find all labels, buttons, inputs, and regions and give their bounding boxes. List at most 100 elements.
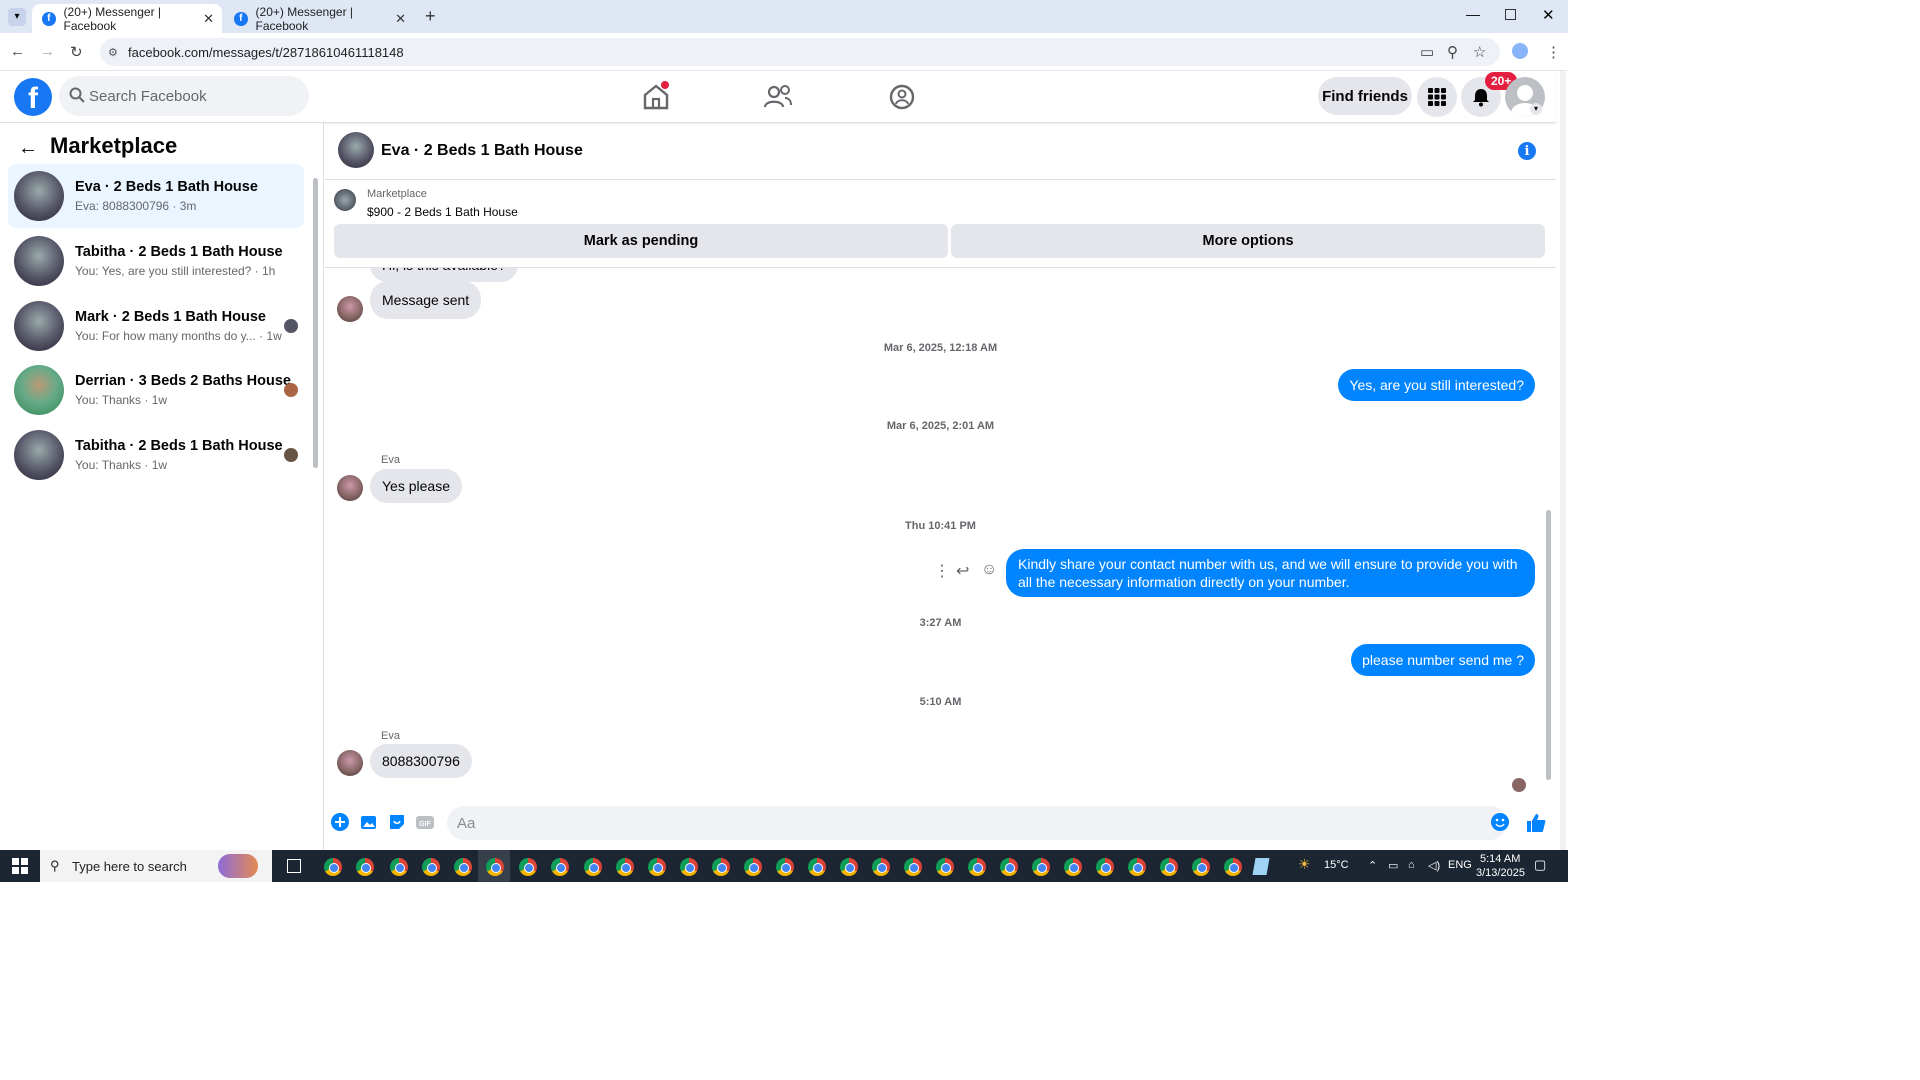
restore-button[interactable] bbox=[1505, 9, 1516, 20]
find-friends-button[interactable]: Find friends bbox=[1318, 77, 1412, 115]
chrome-taskbar-icon[interactable] bbox=[422, 858, 440, 876]
notepad-taskbar-icon[interactable] bbox=[1252, 858, 1270, 875]
chrome-taskbar-icon[interactable] bbox=[1192, 858, 1210, 876]
back-icon[interactable]: ← bbox=[10, 43, 25, 60]
message-bubble-outgoing[interactable]: Kindly share your contact number with us… bbox=[1006, 549, 1535, 597]
chrome-taskbar-icon[interactable] bbox=[1096, 858, 1114, 876]
message-bubble-outgoing[interactable]: please number send me ? bbox=[1351, 644, 1535, 676]
clock-date[interactable]: 3/13/2025 bbox=[1476, 867, 1525, 879]
network-icon[interactable]: ⌂ bbox=[1408, 859, 1415, 871]
chrome-taskbar-icon[interactable] bbox=[486, 858, 504, 876]
notification-center-icon[interactable]: ▢ bbox=[1534, 857, 1546, 873]
chrome-taskbar-icon[interactable] bbox=[1032, 858, 1050, 876]
chrome-taskbar-icon[interactable] bbox=[776, 858, 794, 876]
close-tab-icon[interactable]: ✕ bbox=[203, 11, 214, 27]
clock-time[interactable]: 5:14 AM bbox=[1480, 853, 1520, 865]
chrome-taskbar-icon[interactable] bbox=[551, 858, 569, 876]
chrome-taskbar-icon[interactable] bbox=[936, 858, 954, 876]
browser-tab-1[interactable]: f (20+) Messenger | Facebook ✕ bbox=[32, 4, 222, 33]
groups-icon[interactable] bbox=[886, 81, 918, 113]
chat-avatar[interactable] bbox=[338, 132, 374, 168]
reload-icon[interactable]: ↻ bbox=[70, 43, 83, 61]
info-icon[interactable]: i bbox=[1518, 142, 1536, 160]
account-chevron-down-icon[interactable]: ▾ bbox=[1530, 103, 1542, 115]
chrome-taskbar-icon[interactable] bbox=[356, 858, 374, 876]
zoom-icon[interactable]: ⚲ bbox=[1447, 43, 1458, 61]
conversation-item[interactable]: Eva · 2 Beds 1 Bath House Eva: 8088300796… bbox=[8, 164, 304, 228]
chrome-taskbar-icon[interactable] bbox=[872, 858, 890, 876]
bookmark-star-icon[interactable]: ☆ bbox=[1473, 43, 1486, 61]
message-bubble-incoming[interactable]: 8088300796 bbox=[370, 744, 472, 778]
chrome-taskbar-icon[interactable] bbox=[616, 858, 634, 876]
chrome-taskbar-icon[interactable] bbox=[1064, 858, 1082, 876]
minimize-button[interactable]: — bbox=[1466, 6, 1480, 22]
more-options-button[interactable]: More options bbox=[951, 224, 1545, 258]
chrome-taskbar-icon[interactable] bbox=[680, 858, 698, 876]
conversation-item[interactable]: Mark · 2 Beds 1 Bath House You: For how m… bbox=[8, 294, 304, 358]
chrome-menu-icon[interactable]: ⋮ bbox=[1546, 43, 1561, 61]
site-info-icon[interactable]: ⚙ bbox=[108, 46, 118, 59]
chrome-taskbar-icon[interactable] bbox=[454, 858, 472, 876]
close-window-button[interactable]: ✕ bbox=[1542, 6, 1555, 24]
browser-tab-2[interactable]: f (20+) Messenger | Facebook ✕ bbox=[224, 4, 414, 33]
chrome-taskbar-icon[interactable] bbox=[744, 858, 762, 876]
react-smiley-icon[interactable]: ☺ bbox=[981, 561, 997, 579]
facebook-logo[interactable]: f bbox=[14, 78, 52, 116]
show-hidden-icons-icon[interactable]: ⌃ bbox=[1368, 859, 1377, 872]
page-scrollbar[interactable] bbox=[1560, 71, 1566, 850]
more-actions-icon[interactable]: ⋮ bbox=[934, 561, 950, 581]
emoji-icon[interactable] bbox=[1490, 812, 1510, 832]
reply-icon[interactable]: ↩ bbox=[956, 561, 969, 581]
back-arrow-icon[interactable]: ← bbox=[18, 137, 38, 160]
forward-icon[interactable]: → bbox=[40, 43, 55, 60]
home-icon[interactable] bbox=[640, 81, 672, 113]
profile-icon[interactable] bbox=[1512, 43, 1528, 59]
task-view-icon[interactable] bbox=[287, 859, 301, 873]
chrome-taskbar-icon[interactable] bbox=[808, 858, 826, 876]
gif-icon[interactable]: GIF bbox=[415, 812, 435, 832]
chrome-taskbar-icon[interactable] bbox=[712, 858, 730, 876]
chrome-taskbar-icon[interactable] bbox=[1128, 858, 1146, 876]
message-bubble-incoming[interactable]: Message sent bbox=[370, 281, 482, 319]
language-indicator[interactable]: ENG bbox=[1448, 859, 1472, 871]
conversation-item[interactable]: Tabitha · 2 Beds 1 Bath House You: Thanks… bbox=[8, 423, 304, 487]
facebook-search-input[interactable]: Search Facebook bbox=[59, 76, 309, 116]
volume-icon[interactable]: ◁) bbox=[1428, 859, 1440, 872]
temperature[interactable]: 15°C bbox=[1324, 859, 1349, 871]
weather-icon[interactable]: ☀ bbox=[1298, 856, 1311, 873]
taskbar-search-input[interactable]: ⚲ Type here to search bbox=[40, 850, 272, 882]
chrome-taskbar-icon[interactable] bbox=[904, 858, 922, 876]
chrome-taskbar-icon[interactable] bbox=[648, 858, 666, 876]
chrome-taskbar-icon[interactable] bbox=[519, 858, 537, 876]
windows-start-icon[interactable] bbox=[0, 850, 40, 882]
conversation-item[interactable]: Derrian · 3 Beds 2 Baths House You: Thank… bbox=[8, 358, 304, 422]
listing-title[interactable]: $900 - 2 Beds 1 Bath House bbox=[367, 205, 518, 219]
close-tab-icon[interactable]: ✕ bbox=[395, 11, 406, 27]
chrome-taskbar-icon[interactable] bbox=[840, 858, 858, 876]
photo-icon[interactable] bbox=[359, 812, 379, 832]
thumbs-up-icon[interactable] bbox=[1525, 812, 1547, 834]
friends-icon[interactable] bbox=[762, 81, 794, 113]
message-bubble-incoming[interactable]: Yes please bbox=[370, 469, 462, 503]
tab-list-icon[interactable]: ▾ bbox=[8, 8, 26, 26]
mark-as-pending-button[interactable]: Mark as pending bbox=[334, 224, 948, 258]
new-tab-button[interactable]: + bbox=[425, 6, 436, 27]
chrome-taskbar-icon[interactable] bbox=[1224, 858, 1242, 876]
message-bubble-incoming[interactable]: Hi, is this available? bbox=[370, 268, 518, 282]
message-input[interactable]: Aa bbox=[447, 806, 1507, 840]
chrome-taskbar-icon[interactable] bbox=[968, 858, 986, 876]
chrome-taskbar-icon[interactable] bbox=[1160, 858, 1178, 876]
meet-icon[interactable]: ▭ bbox=[1388, 859, 1398, 872]
install-app-icon[interactable]: ▭ bbox=[1420, 43, 1434, 61]
sticker-icon[interactable] bbox=[387, 812, 407, 832]
sidebar-scrollbar[interactable] bbox=[313, 178, 318, 468]
plus-circle-icon[interactable] bbox=[330, 812, 350, 832]
chrome-taskbar-icon[interactable] bbox=[390, 858, 408, 876]
menu-button[interactable] bbox=[1417, 77, 1457, 117]
chat-title[interactable]: Eva · 2 Beds 1 Bath House bbox=[381, 142, 583, 160]
message-bubble-outgoing[interactable]: Yes, are you still interested? bbox=[1338, 369, 1535, 401]
chrome-taskbar-icon[interactable] bbox=[584, 858, 602, 876]
chrome-taskbar-icon[interactable] bbox=[324, 858, 342, 876]
chrome-taskbar-icon[interactable] bbox=[1000, 858, 1018, 876]
conversation-item[interactable]: Tabitha · 2 Beds 1 Bath House You: Yes, a… bbox=[8, 229, 304, 293]
